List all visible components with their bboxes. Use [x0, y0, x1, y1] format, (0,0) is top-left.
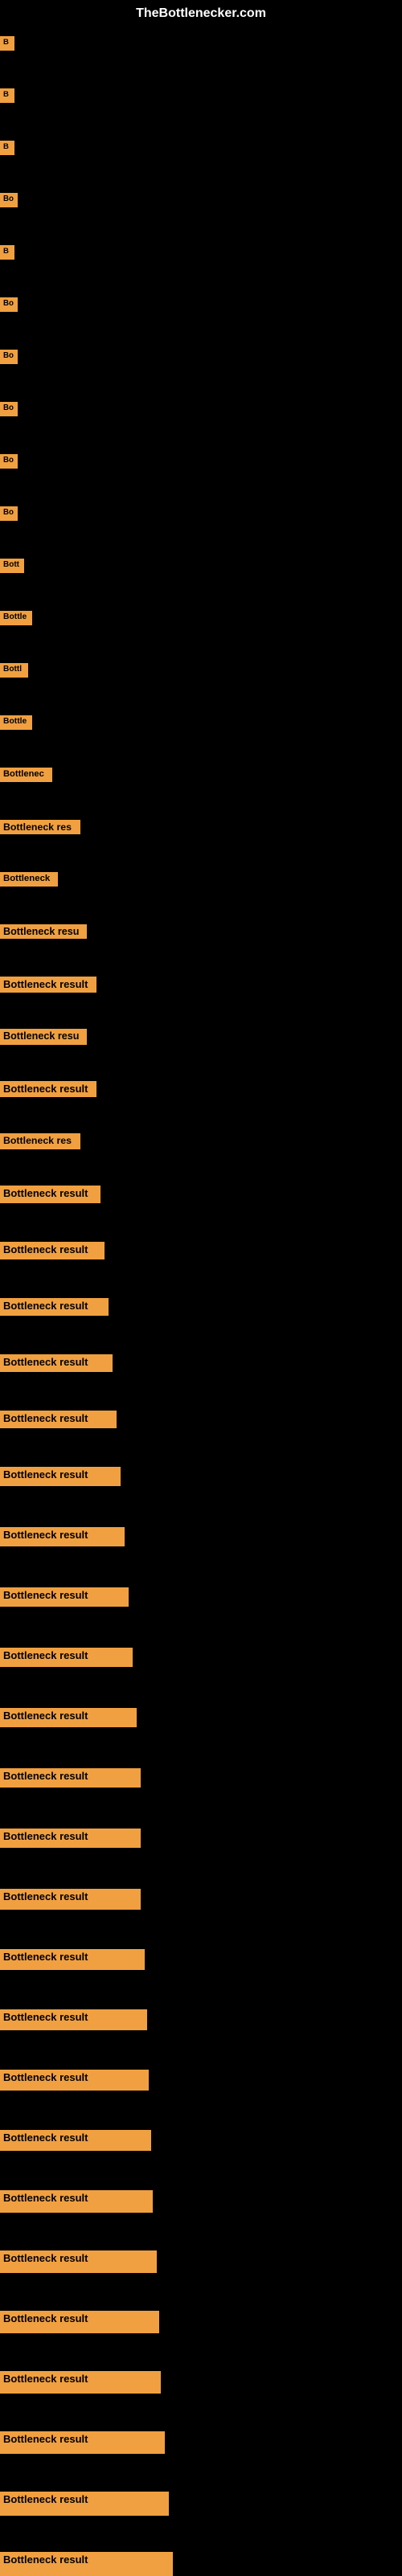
site-title: TheBottlenecker.com	[136, 6, 266, 21]
bottleneck-result-label: B	[0, 245, 14, 260]
bottleneck-result-label: B	[0, 88, 14, 103]
bottleneck-result-label: Bottleneck result	[0, 2190, 153, 2213]
bottleneck-result-label: Bottleneck result	[0, 1527, 125, 1546]
bottleneck-result-label: Bottleneck result	[0, 977, 96, 993]
bottleneck-result-label: Bottleneck result	[0, 2130, 151, 2151]
bottleneck-result-label: Bottleneck result	[0, 2492, 169, 2516]
bottleneck-result-label: Bottleneck result	[0, 2371, 161, 2394]
bottleneck-result-label: Bottleneck result	[0, 1354, 113, 1372]
bottleneck-result-label: Bo	[0, 402, 18, 416]
bottleneck-result-label: B	[0, 141, 14, 155]
bottleneck-result-label: Bottleneck res	[0, 1133, 80, 1149]
bottleneck-result-label: Bottlenec	[0, 768, 52, 782]
bottleneck-result-label: Bottleneck result	[0, 2250, 157, 2273]
bottleneck-result-label: Bo	[0, 506, 18, 521]
bottleneck-result-label: Bo	[0, 193, 18, 207]
bottleneck-result-label: Bottleneck resu	[0, 1029, 87, 1045]
bottleneck-result-label: Bottleneck result	[0, 1242, 105, 1259]
bottleneck-result-label: Bottleneck result	[0, 1587, 129, 1607]
bottleneck-result-label: Bo	[0, 297, 18, 312]
bottleneck-result-label: Bottle	[0, 611, 32, 625]
bottleneck-result-label: Bottleneck result	[0, 2009, 147, 2030]
bottleneck-result-label: Bottleneck	[0, 872, 58, 887]
bottleneck-result-label: Bottleneck result	[0, 2311, 159, 2333]
bottleneck-result-label: Bottleneck result	[0, 1186, 100, 1203]
bottleneck-result-label: Bottleneck result	[0, 2552, 173, 2576]
bottleneck-result-label: Bott	[0, 559, 24, 573]
bottleneck-result-label: Bottleneck result	[0, 1768, 141, 1788]
bottleneck-result-label: Bottleneck result	[0, 1708, 137, 1727]
bottleneck-result-label: Bottleneck result	[0, 1889, 141, 1910]
bottleneck-result-label: Bottleneck result	[0, 1467, 121, 1486]
bottleneck-result-label: Bottleneck result	[0, 2070, 149, 2091]
bottleneck-result-label: Bo	[0, 350, 18, 364]
bottleneck-result-label: Bottleneck result	[0, 2431, 165, 2454]
bottleneck-result-label: Bottle	[0, 715, 32, 730]
bottleneck-result-label: Bottleneck result	[0, 1081, 96, 1097]
bottleneck-result-label: Bottl	[0, 663, 28, 678]
bottleneck-result-label: Bottleneck result	[0, 1949, 145, 1970]
bottleneck-result-label: Bottleneck result	[0, 1411, 117, 1428]
bottleneck-result-label: Bottleneck result	[0, 1298, 109, 1316]
bottleneck-result-label: Bo	[0, 454, 18, 469]
bottleneck-result-label: B	[0, 36, 14, 51]
bottleneck-result-label: Bottleneck result	[0, 1648, 133, 1667]
bottleneck-result-label: Bottleneck res	[0, 820, 80, 834]
bottleneck-result-label: Bottleneck resu	[0, 924, 87, 939]
bottleneck-result-label: Bottleneck result	[0, 1829, 141, 1848]
